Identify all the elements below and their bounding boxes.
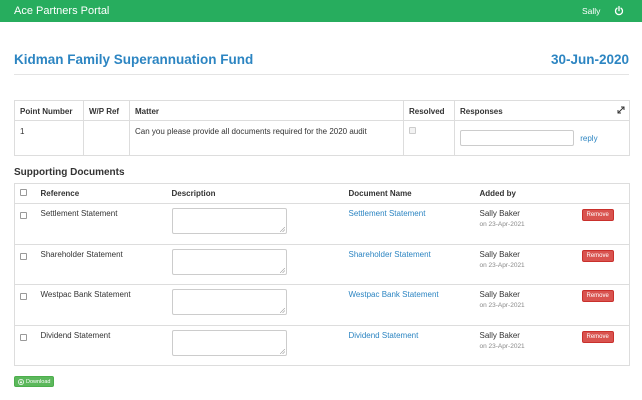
document-name-cell: Dividend Statement [343, 325, 475, 366]
column-header-wp-ref: W/P Ref [83, 100, 130, 121]
actions-cell: Remove [576, 203, 630, 245]
description-textarea[interactable] [171, 248, 287, 275]
resize-grip-icon[interactable] [279, 308, 285, 313]
column-header-actions [576, 183, 630, 204]
document-link[interactable]: Shareholder Statement [349, 250, 431, 259]
added-by-name: Sally Baker [479, 209, 520, 218]
select-all-cell [14, 183, 36, 204]
resolved-cell [403, 120, 455, 156]
power-icon[interactable] [613, 5, 625, 17]
matters-table: Point Number W/P Ref Matter Resolved Res… [14, 100, 630, 156]
user-menu[interactable]: Sally [582, 6, 600, 16]
row-select-cell [14, 244, 36, 285]
row-checkbox[interactable] [20, 333, 27, 341]
column-header-description: Description [166, 183, 344, 204]
added-date: on 23-Apr-2021 [479, 221, 525, 228]
added-date: on 23-Apr-2021 [479, 342, 525, 350]
column-header-responses: Responses [454, 100, 630, 121]
resize-grip-icon[interactable] [279, 348, 285, 354]
document-link[interactable]: Westpac Bank Statement [349, 290, 439, 299]
reference-cell: Settlement Statement [35, 203, 167, 245]
description-textarea[interactable] [171, 208, 287, 234]
brand-title[interactable]: Ace Partners Portal [14, 5, 109, 17]
remove-button[interactable]: Remove [581, 330, 614, 343]
responses-cell: reply [454, 120, 630, 156]
document-row: Settlement Statement Settlement Statemen… [14, 203, 630, 245]
added-date: on 23-Apr-2021 [479, 302, 525, 309]
reference-cell: Shareholder Statement [35, 244, 167, 285]
added-by-name: Sally Baker [479, 249, 520, 259]
matters-header-row: Point Number W/P Ref Matter Resolved Res… [14, 100, 630, 121]
column-header-reference: Reference [35, 183, 167, 204]
supporting-documents-heading: Supporting Documents [14, 167, 125, 178]
resolved-checkbox[interactable] [409, 127, 416, 134]
document-row: Dividend Statement Dividend Statement Sa… [14, 325, 630, 366]
download-label: Download [26, 378, 51, 385]
description-cell [166, 203, 344, 245]
description-textarea[interactable] [171, 289, 287, 315]
row-checkbox[interactable] [20, 212, 27, 219]
column-header-matter: Matter [129, 100, 404, 121]
added-by-cell: Sally Baker on 23-Apr-2021 [474, 203, 577, 245]
column-header-resolved: Resolved [403, 100, 455, 121]
row-select-cell [14, 284, 36, 326]
reference-cell: Westpac Bank Statement [35, 284, 167, 326]
column-header-point-number: Point Number [14, 100, 84, 121]
added-by-cell: Sally Baker on 23-Apr-2021 [474, 284, 577, 326]
added-by-name: Sally Baker [479, 330, 520, 340]
fund-date: 30-Jun-2020 [550, 52, 629, 67]
added-by-name: Sally Baker [479, 290, 520, 299]
resize-grip-icon[interactable] [279, 227, 285, 232]
actions-cell: Remove [576, 284, 630, 326]
reference-cell: Dividend Statement [35, 325, 167, 366]
remove-button[interactable]: Remove [581, 249, 614, 262]
description-cell [166, 284, 344, 326]
matter-row: 1 Can you please provide all documents r… [14, 120, 630, 156]
download-button[interactable]: Download [14, 376, 54, 387]
column-header-added-by: Added by [474, 183, 577, 204]
top-navbar: Ace Partners Portal Sally [0, 0, 642, 22]
resize-grip-icon[interactable] [279, 267, 285, 273]
document-name-cell: Westpac Bank Statement [343, 284, 475, 326]
expand-icon[interactable] [617, 106, 625, 114]
response-input[interactable] [460, 130, 574, 146]
column-header-document-name: Document Name [343, 183, 475, 204]
document-name-cell: Settlement Statement [343, 203, 475, 245]
description-textarea[interactable] [171, 329, 287, 356]
added-by-cell: Sally Baker on 23-Apr-2021 [474, 244, 577, 285]
document-link[interactable]: Dividend Statement [349, 331, 419, 340]
document-name-cell: Shareholder Statement [343, 244, 475, 285]
column-header-responses-label: Responses [460, 107, 503, 116]
fund-title: Kidman Family Superannuation Fund [14, 52, 254, 67]
added-date: on 23-Apr-2021 [479, 261, 525, 269]
reply-link[interactable]: reply [580, 134, 597, 143]
remove-button[interactable]: Remove [581, 290, 614, 302]
row-select-cell [14, 325, 36, 366]
row-checkbox[interactable] [20, 293, 27, 300]
point-number-cell: 1 [14, 120, 84, 156]
row-select-cell [14, 203, 36, 245]
wp-ref-cell [83, 120, 130, 156]
download-circle-icon [18, 378, 24, 385]
supporting-documents-table: Reference Description Document Name Adde… [14, 183, 630, 366]
description-cell [166, 244, 344, 285]
added-by-cell: Sally Baker on 23-Apr-2021 [474, 325, 577, 366]
select-all-checkbox[interactable] [20, 189, 27, 196]
document-row: Westpac Bank Statement Westpac Bank Stat… [14, 284, 630, 326]
documents-header-row: Reference Description Document Name Adde… [14, 183, 630, 204]
document-link[interactable]: Settlement Statement [349, 209, 426, 218]
description-cell [166, 325, 344, 366]
actions-cell: Remove [576, 325, 630, 366]
heading-divider [14, 74, 629, 75]
actions-cell: Remove [576, 244, 630, 285]
row-checkbox[interactable] [20, 252, 27, 260]
matter-text-cell: Can you please provide all documents req… [129, 120, 404, 156]
document-row: Shareholder Statement Shareholder Statem… [14, 244, 630, 285]
remove-button[interactable]: Remove [581, 209, 614, 221]
